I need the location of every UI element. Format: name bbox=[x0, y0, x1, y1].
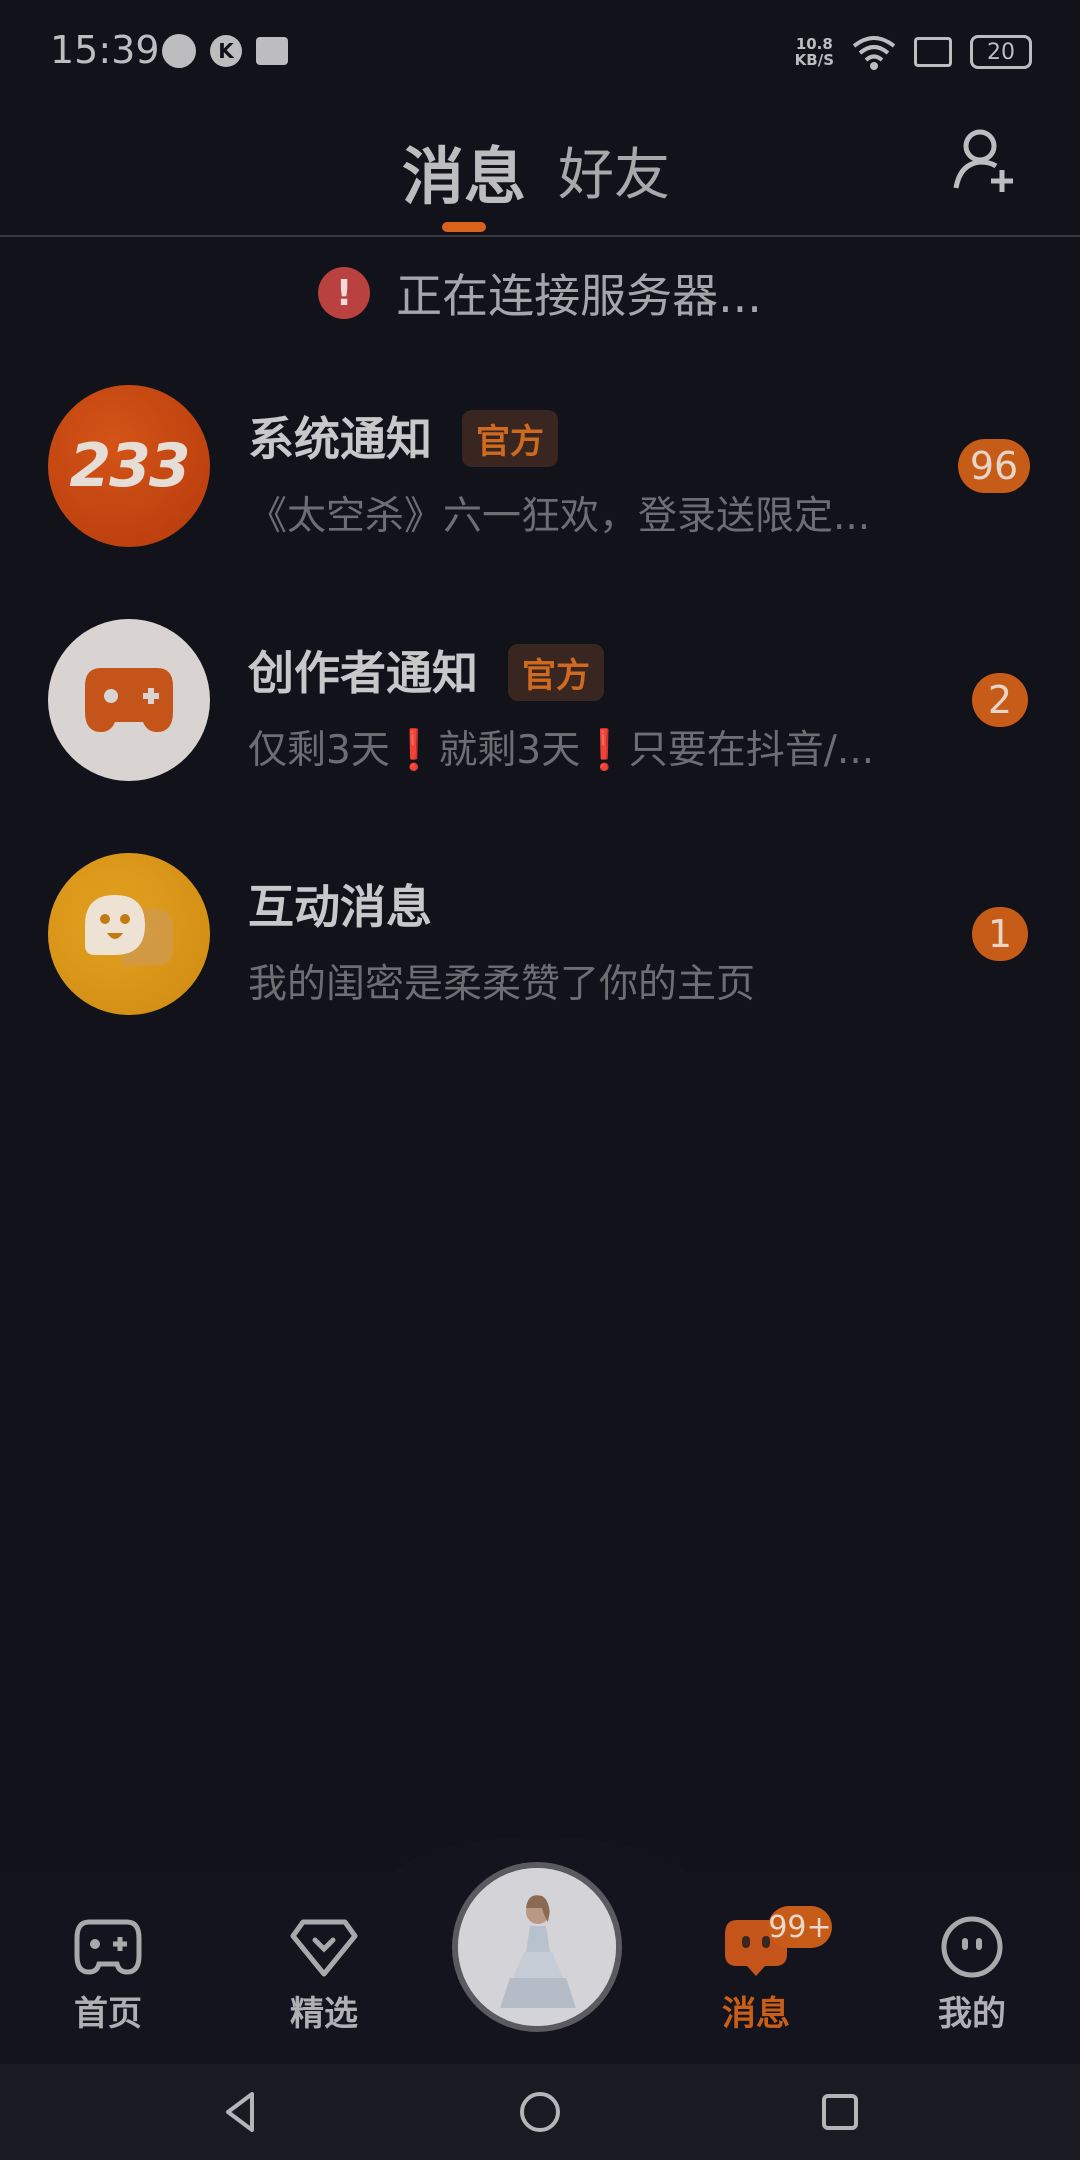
network-speed-unit: KB/S bbox=[794, 51, 834, 69]
top-tab-bar: 消息 好友 bbox=[0, 108, 1080, 237]
nav-featured[interactable]: 精选 bbox=[254, 1916, 394, 2035]
network-speed: 10.8 KB/S bbox=[795, 36, 834, 68]
status-system-icons: 10.8 KB/S 20 bbox=[795, 34, 1032, 70]
nav-featured-label: 精选 bbox=[290, 1994, 358, 2034]
message-item-system-notice[interactable]: 233 系统通知 官方 《太空杀》六一狂欢，登录送限定... 96 bbox=[0, 385, 1080, 585]
back-icon[interactable] bbox=[218, 2088, 266, 2136]
k-app-icon: K bbox=[210, 35, 242, 67]
message-title-text: 互动消息 bbox=[248, 880, 432, 934]
preview-text-part3: 只要在抖音/... bbox=[628, 728, 875, 773]
nav-home-label: 首页 bbox=[74, 1994, 142, 2034]
nav-messages-label: 消息 bbox=[722, 1994, 790, 2034]
unread-count-badge: 2 bbox=[972, 673, 1028, 727]
message-preview: 我的闺密是柔柔赞了你的主页 bbox=[248, 962, 756, 1007]
exclamation-mark-2: ❗ bbox=[580, 728, 629, 773]
add-person-icon[interactable] bbox=[950, 126, 1020, 196]
official-badge: 官方 bbox=[508, 644, 604, 701]
home-circle-icon[interactable] bbox=[516, 2088, 564, 2136]
warning-icon: ! bbox=[318, 267, 371, 319]
diamond-heart-icon bbox=[290, 1919, 358, 1977]
gamepad-icon bbox=[85, 668, 173, 732]
character-avatar-icon bbox=[458, 1868, 616, 2026]
official-badge: 官方 bbox=[462, 410, 558, 467]
status-bar: 15:39 K 10.8 KB/S 20 bbox=[0, 0, 1080, 108]
message-item-creator-notice[interactable]: 创作者通知 官方 仅剩3天❗就剩3天❗只要在抖音/... 2 bbox=[0, 619, 1080, 819]
message-preview: 《太空杀》六一狂欢，登录送限定... bbox=[248, 494, 871, 539]
screen-icon bbox=[914, 37, 952, 67]
image-notification-icon bbox=[256, 37, 288, 65]
message-preview: 仅剩3天❗就剩3天❗只要在抖音/... bbox=[248, 719, 874, 775]
message-title-text: 系统通知 bbox=[248, 412, 432, 466]
nav-home[interactable]: 首页 bbox=[38, 1916, 178, 2035]
unread-count-badge: 1 bbox=[972, 907, 1028, 961]
messages-badge: 99+ bbox=[768, 1906, 832, 1948]
chat-notification-icon bbox=[162, 34, 196, 68]
nav-mine-label: 我的 bbox=[938, 1994, 1006, 2034]
connection-status-banner: ! 正在连接服务器... bbox=[0, 238, 1080, 348]
interaction-avatar bbox=[48, 853, 210, 1015]
avatar-233-logo: 233 bbox=[69, 431, 190, 501]
wifi-icon bbox=[852, 36, 896, 70]
message-title-text: 创作者通知 bbox=[248, 646, 478, 700]
preview-text-part1: 仅剩3天 bbox=[248, 728, 390, 773]
message-title: 系统通知 官方 bbox=[248, 403, 558, 471]
chat-face-icon bbox=[85, 895, 173, 965]
preview-text-part2: 就剩3天 bbox=[438, 728, 581, 773]
face-icon bbox=[941, 1916, 1003, 1978]
unread-count-badge: 96 bbox=[958, 439, 1030, 493]
status-notification-icons: K bbox=[162, 34, 288, 68]
recents-square-icon[interactable] bbox=[816, 2088, 864, 2136]
active-tab-indicator bbox=[442, 222, 486, 232]
connection-status-text: 正在连接服务器... bbox=[396, 269, 762, 323]
exclamation-mark-1: ❗ bbox=[389, 728, 439, 773]
message-title: 创作者通知 官方 bbox=[248, 637, 604, 705]
status-time: 15:39 bbox=[50, 28, 160, 72]
nav-mine[interactable]: 我的 bbox=[902, 1916, 1042, 2035]
message-title: 互动消息 bbox=[248, 871, 432, 937]
center-character-button[interactable] bbox=[452, 1862, 622, 2032]
gamepad-icon bbox=[74, 1919, 142, 1975]
tab-friends[interactable]: 好友 bbox=[558, 130, 670, 211]
message-item-interaction[interactable]: 互动消息 我的闺密是柔柔赞了你的主页 1 bbox=[0, 853, 1080, 1053]
creator-notice-avatar bbox=[48, 619, 210, 781]
system-navigation-bar bbox=[0, 2064, 1080, 2160]
tab-messages[interactable]: 消息 bbox=[402, 126, 526, 216]
network-speed-value: 10.8 bbox=[795, 35, 833, 53]
system-notice-avatar: 233 bbox=[48, 385, 210, 547]
battery-icon: 20 bbox=[970, 35, 1032, 69]
